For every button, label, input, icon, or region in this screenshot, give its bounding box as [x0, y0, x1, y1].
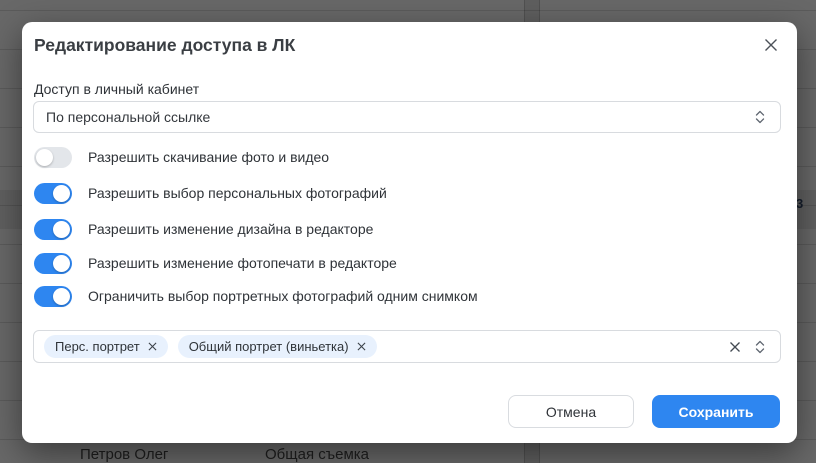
clear-all-icon[interactable]	[729, 341, 741, 353]
select-chevron-icon	[755, 110, 765, 124]
tag-remove-icon[interactable]	[357, 342, 366, 351]
toggle-knob	[53, 254, 70, 272]
tag-common-portrait: Общий портрет (виньетка)	[177, 335, 377, 358]
tag-label: Общий портрет (виньетка)	[188, 339, 349, 354]
toggle-knob	[53, 287, 70, 305]
screen: Петров Олег Общая съемка 3 Редактировани…	[0, 0, 816, 463]
edit-access-modal: Редактирование доступа в ЛК Доступ в лич…	[22, 22, 797, 443]
toggle-limit-portrait[interactable]	[34, 285, 72, 307]
portrait-multiselect[interactable]: Перс. портрет Общий портрет (виньетка)	[33, 330, 781, 363]
multiselect-controls	[729, 339, 766, 355]
toggle-label: Разрешить изменение фотопечати в редакто…	[88, 255, 397, 271]
close-icon[interactable]	[761, 35, 781, 55]
tag-remove-icon[interactable]	[148, 342, 157, 351]
toggle-row: Разрешить изменение дизайна в редакторе	[34, 218, 373, 240]
toggle-label: Разрешить скачивание фото и видео	[88, 149, 330, 165]
save-button[interactable]: Сохранить	[652, 395, 780, 428]
toggle-knob	[53, 184, 70, 202]
toggle-label: Разрешить выбор персональных фотографий	[88, 185, 387, 201]
select-label: Доступ в личный кабинет	[34, 81, 200, 97]
tag-label: Перс. портрет	[55, 339, 140, 354]
toggle-row: Разрешить скачивание фото и видео	[34, 146, 329, 168]
access-select-value: По персональной ссылке	[46, 109, 211, 125]
table-cell-shoot: Общая съемка	[265, 446, 369, 463]
toggle-knob	[36, 148, 53, 166]
toggle-download[interactable]	[34, 146, 72, 168]
table-cell-fragment: 3	[796, 196, 804, 211]
multiselect-chevron-icon	[755, 340, 765, 353]
toggle-label: Ограничить выбор портретных фотографий о…	[88, 288, 478, 304]
modal-title: Редактирование доступа в ЛК	[34, 35, 296, 55]
toggle-row: Разрешить выбор персональных фотографий	[34, 182, 387, 204]
toggle-row: Ограничить выбор портретных фотографий о…	[34, 285, 478, 307]
toggle-personal-photos[interactable]	[34, 182, 72, 204]
toggle-label: Разрешить изменение дизайна в редакторе	[88, 221, 374, 237]
cancel-button[interactable]: Отмена	[508, 395, 634, 428]
access-select[interactable]: По персональной ссылке	[33, 101, 781, 133]
toggle-print-edit[interactable]	[34, 252, 72, 274]
x-icon	[765, 39, 777, 51]
table-cell-name: Петров Олег	[80, 446, 169, 463]
toggle-row: Разрешить изменение фотопечати в редакто…	[34, 252, 397, 274]
toggle-knob	[53, 220, 70, 238]
toggle-design-edit[interactable]	[34, 218, 72, 240]
multiselect-tags: Перс. портрет Общий портрет (виньетка)	[44, 335, 729, 358]
tag-pers-portrait: Перс. портрет	[44, 335, 168, 358]
